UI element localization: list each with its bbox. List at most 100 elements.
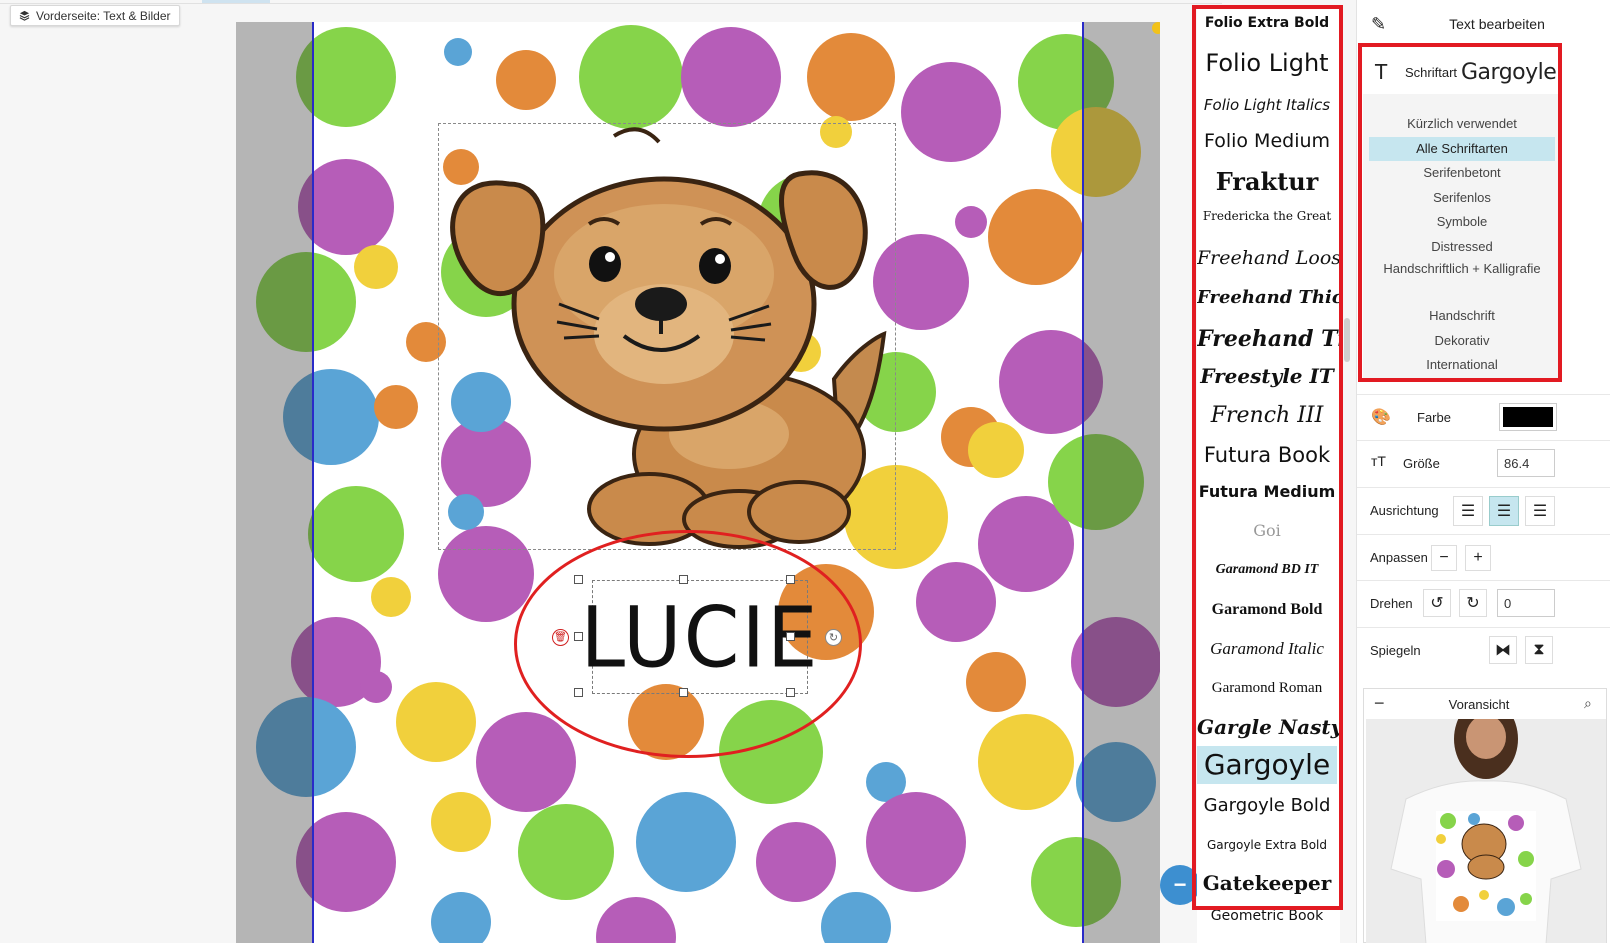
font-label: Schriftart <box>1405 64 1458 80</box>
color-row: 🎨 Farbe <box>1357 394 1610 440</box>
font-option[interactable]: Fraktur <box>1197 163 1337 201</box>
font-category-item[interactable]: Kürzlich verwendet <box>1369 112 1555 136</box>
resize-handle-top-right[interactable] <box>786 575 795 584</box>
font-option[interactable]: Folio Light Italics <box>1197 91 1337 119</box>
top-divider <box>0 3 1222 4</box>
font-list[interactable]: Folio Extra Bold Folio Light Folio Light I… <box>1197 5 1340 943</box>
resize-handle-bottom-right[interactable] <box>786 688 795 697</box>
font-category-item[interactable]: Alle Schriftarten <box>1369 136 1555 161</box>
align-center-icon: ☰ <box>1496 503 1512 520</box>
font-category-item[interactable]: Serifenbetont <box>1369 161 1555 185</box>
font-option[interactable]: Garamond Bold <box>1197 595 1337 625</box>
font-category-item[interactable]: Dekorativ <box>1369 329 1555 353</box>
resize-handle-top-left[interactable] <box>574 575 583 584</box>
fit-label: Anpassen <box>1370 550 1428 565</box>
rotate-right-icon: ↻ <box>1466 595 1480 612</box>
align-right-button[interactable]: ☰ <box>1525 496 1555 526</box>
name-text-box[interactable]: LUCIE <box>580 580 818 694</box>
font-option[interactable]: Gargoyle <box>1197 746 1337 784</box>
fit-decrease-button[interactable]: − <box>1431 545 1457 571</box>
flip-vertical-icon: ⧗ <box>1533 641 1545 658</box>
align-center-button[interactable]: ☰ <box>1489 496 1519 526</box>
design-canvas[interactable]: LUCIE 🗑 ↻ <box>236 22 1160 943</box>
fit-row: Anpassen − + <box>1357 534 1610 580</box>
text-type-icon: T <box>1375 60 1388 84</box>
font-category-item[interactable]: Handschriftlich + Kalligrafie <box>1369 259 1555 303</box>
pencil-icon: ✎ <box>1371 14 1387 34</box>
font-list-scrollbar[interactable] <box>1344 318 1350 362</box>
font-option[interactable]: Goi <box>1197 515 1337 547</box>
font-category-item[interactable]: Handschrift <box>1369 304 1555 328</box>
rotate-row: Drehen ↺ ↻ 0 <box>1357 580 1610 626</box>
font-option[interactable]: Freehand Thick <box>1197 281 1340 315</box>
rotate-cw-button[interactable]: ↻ <box>1459 589 1487 617</box>
preview-title: Voransicht <box>1448 697 1510 712</box>
font-option[interactable]: Garamond Roman <box>1197 673 1337 703</box>
puppy-image[interactable] <box>438 123 896 550</box>
font-category-item[interactable]: Symbole <box>1369 210 1555 234</box>
alignment-label: Ausrichtung <box>1370 503 1439 518</box>
rotate-ccw-button[interactable]: ↺ <box>1423 589 1451 617</box>
trash-icon: 🗑 <box>554 632 567 643</box>
font-option[interactable]: Gargoyle Extra Bold <box>1197 831 1337 859</box>
font-option[interactable]: Gargoyle Bold <box>1197 790 1337 822</box>
font-option[interactable]: Freehand Tight <box>1197 320 1340 358</box>
rotate-element-button[interactable]: ↻ <box>825 629 842 646</box>
font-category-item[interactable]: Serifenlos <box>1369 186 1555 210</box>
font-option[interactable]: Garamond Italic <box>1197 633 1337 665</box>
zoom-out-button[interactable]: − <box>1160 865 1200 905</box>
rotate-icon: ↻ <box>828 632 839 644</box>
resize-handle-left[interactable] <box>574 632 583 641</box>
font-option[interactable]: Folio Extra Bold <box>1197 8 1337 38</box>
resize-handle-bottom[interactable] <box>679 688 688 697</box>
editor-root: Vorderseite: Text & Bilder LUCIE 🗑 ↻ − F… <box>0 0 1610 943</box>
size-label: Größe <box>1403 456 1440 471</box>
delete-element-button[interactable]: 🗑 <box>552 629 569 646</box>
flip-vertical-button[interactable]: ⧗ <box>1525 636 1553 664</box>
layers-icon <box>19 10 30 21</box>
font-option[interactable]: Folio Light <box>1197 43 1337 83</box>
rotate-input[interactable]: 0 <box>1497 589 1555 617</box>
safe-guide-right <box>1082 22 1084 943</box>
font-option[interactable]: Gatekeeper <box>1197 865 1337 901</box>
font-category-list: Kürzlich verwendet Alle Schriftarten Serif… <box>1363 94 1561 378</box>
side-selector[interactable]: Vorderseite: Text & Bilder <box>10 5 180 26</box>
panel-title: Text bearbeiten <box>1449 16 1545 32</box>
resize-handle-top[interactable] <box>679 575 688 584</box>
flip-horizontal-button[interactable]: ⧓ <box>1489 636 1517 664</box>
font-category-item[interactable]: Distressed <box>1369 235 1555 259</box>
font-option[interactable]: Freestyle IT <box>1197 359 1337 393</box>
font-option[interactable]: Folio Medium <box>1197 125 1337 157</box>
size-row: тT Größe 86.4 <box>1357 440 1610 486</box>
tshirt-preview-illustration <box>1366 719 1606 943</box>
fit-increase-button[interactable]: + <box>1465 545 1491 571</box>
palette-icon: 🎨 <box>1371 409 1391 426</box>
tshirt-preview-image[interactable] <box>1366 719 1606 943</box>
corner-marker <box>1152 22 1160 34</box>
font-option[interactable]: Gargle Nasty <box>1197 709 1340 745</box>
name-text[interactable]: LUCIE <box>580 588 819 686</box>
align-left-button[interactable]: ☰ <box>1453 496 1483 526</box>
puppy-illustration <box>450 127 887 549</box>
font-value[interactable]: Gargoyle <box>1461 60 1557 85</box>
resize-handle-right[interactable] <box>786 632 795 641</box>
font-option[interactable]: Garamond BD IT <box>1197 556 1337 584</box>
resize-handle-bottom-left[interactable] <box>574 688 583 697</box>
font-option[interactable]: Freehand Loose <box>1197 241 1340 275</box>
font-selector[interactable]: T Schriftart Gargoyle <box>1361 52 1561 92</box>
rotate-left-icon: ↺ <box>1430 595 1444 612</box>
preview-panel: − Voransicht ⌕ <box>1363 688 1607 943</box>
mirror-label: Spiegeln <box>1370 643 1421 658</box>
preview-collapse-button[interactable]: − <box>1374 693 1385 714</box>
text-edit-panel: ✎ Text bearbeiten T Schriftart Gargoyle … <box>1356 0 1610 943</box>
size-input[interactable]: 86.4 <box>1497 449 1555 477</box>
color-swatch[interactable] <box>1499 403 1557 431</box>
font-category-item[interactable]: International <box>1369 353 1555 377</box>
zoom-search-icon[interactable]: ⌕ <box>1584 695 1592 712</box>
font-option[interactable]: Futura Medium <box>1197 478 1337 506</box>
font-option[interactable]: Fredericka the Great <box>1197 205 1337 227</box>
font-option[interactable]: Geometric Book <box>1197 903 1337 929</box>
side-selector-label: Vorderseite: Text & Bilder <box>36 8 171 23</box>
font-option[interactable]: French III <box>1197 398 1337 434</box>
font-option[interactable]: Futura Book <box>1197 438 1337 472</box>
